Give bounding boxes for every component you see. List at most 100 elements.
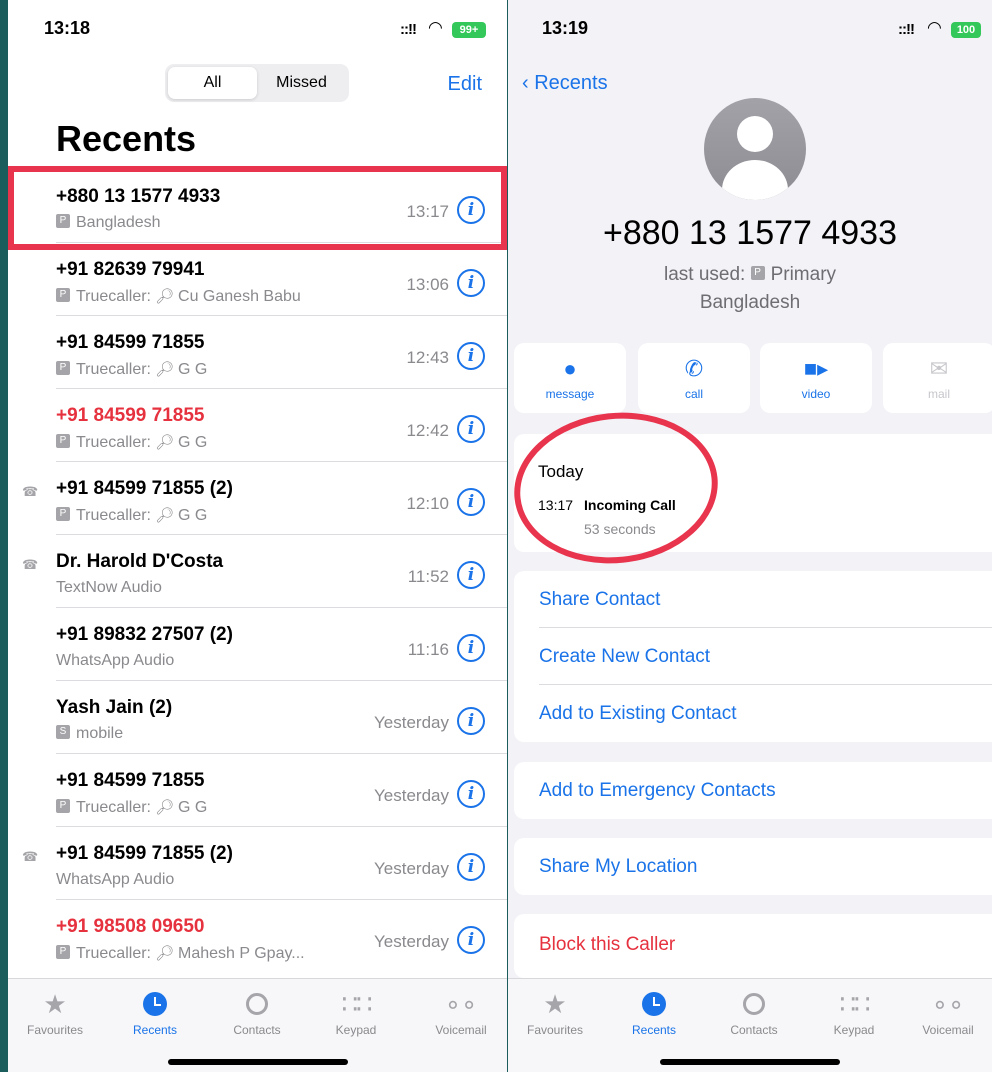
video-camera-icon: ■▸ xyxy=(803,356,829,381)
info-icon[interactable]: i xyxy=(457,853,485,881)
status-time: 13:19 xyxy=(542,18,589,38)
block-caller-button[interactable]: Block this Caller xyxy=(539,934,675,956)
tab-keypad[interactable]: ∷∷ Keypad xyxy=(311,989,401,1037)
caller-name: Yash Jain (2) xyxy=(56,697,173,718)
avatar-body xyxy=(722,160,788,200)
tab-voicemail[interactable]: ∘∘ Voicemail xyxy=(416,989,506,1037)
caller-id-name: G G xyxy=(178,507,208,524)
battery-icon: 99+ xyxy=(452,22,486,38)
caller-id-name: Cu Ganesh Babu xyxy=(178,288,301,305)
call-source: Truecaller: xyxy=(76,799,151,816)
call-row[interactable]: +91 89832 27507 (2) WhatsApp Audio 11:16… xyxy=(8,608,507,681)
call-source: Truecaller: xyxy=(76,507,151,524)
info-icon[interactable]: i xyxy=(457,707,485,735)
call-time: Yesterday xyxy=(374,713,449,732)
call-button[interactable]: ✆ call xyxy=(638,343,750,413)
home-indicator[interactable] xyxy=(167,1059,348,1065)
video-button[interactable]: ■▸ video xyxy=(760,343,872,413)
phone-icon: ✆ xyxy=(684,356,704,381)
call-row[interactable]: +91 98508 09650 P Truecaller: 🔎︎ Mahesh P G… xyxy=(8,900,507,973)
page-title: Recents xyxy=(56,118,197,159)
star-icon: ★ xyxy=(43,989,67,1019)
call-row[interactable]: Yash Jain (2) Smobile Yesterday i xyxy=(8,681,507,754)
call-subtitle: P Truecaller: 🔎︎ G G xyxy=(56,360,207,379)
home-indicator[interactable] xyxy=(660,1059,840,1065)
voicemail-icon: ∘∘ xyxy=(931,989,965,1019)
tab-label: Recents xyxy=(132,1023,178,1037)
info-icon[interactable]: i xyxy=(457,269,485,297)
info-icon[interactable]: i xyxy=(457,488,485,516)
divider xyxy=(539,684,992,685)
info-icon[interactable]: i xyxy=(457,561,485,589)
caller-name: +91 82639 79941 xyxy=(56,259,205,280)
tab-voicemail[interactable]: ∘∘ Voicemail xyxy=(903,989,992,1037)
tab-favourites[interactable]: ★ Favourites xyxy=(510,989,600,1037)
tab-keypad[interactable]: ∷∷ Keypad xyxy=(809,989,899,1037)
share-contact-button[interactable]: Share Contact xyxy=(539,589,660,611)
call-time: 11:52 xyxy=(407,567,449,586)
info-icon[interactable]: i xyxy=(457,415,485,443)
tab-contacts[interactable]: Contacts xyxy=(212,989,302,1037)
info-icon[interactable]: i xyxy=(457,634,485,662)
recents-screen: 13:18 ::!! ◠ 99+ All Missed Edit Recents… xyxy=(8,0,507,1072)
magnifier-icon: 🔎︎ xyxy=(154,799,175,816)
tab-recents[interactable]: Recents xyxy=(609,989,699,1037)
create-new-contact-button[interactable]: Create New Contact xyxy=(539,646,710,668)
add-to-existing-contact-button[interactable]: Add to Existing Contact xyxy=(539,703,737,725)
tab-recents[interactable]: Recents xyxy=(110,989,200,1037)
tab-bar: ★ Favourites Recents Contacts ∷∷ Keypad … xyxy=(8,978,507,1072)
message-button[interactable]: ● message xyxy=(514,343,626,413)
call-row[interactable]: +91 82639 79941 P Truecaller: 🔎︎ Cu Ganesh … xyxy=(8,243,507,316)
call-row[interactable]: ☎ +91 84599 71855 (2) WhatsApp Audio Yes… xyxy=(8,827,507,900)
call-row[interactable]: ☎ Dr. Harold D'Costa TextNow Audio 11:52… xyxy=(8,535,507,608)
call-filter-segmented-control: All Missed xyxy=(165,64,349,102)
call-source: Truecaller: xyxy=(76,288,151,305)
add-emergency-contacts-button[interactable]: Add to Emergency Contacts xyxy=(539,780,776,802)
call-time: Yesterday xyxy=(374,859,449,878)
segment-all[interactable]: All xyxy=(168,67,257,99)
info-icon[interactable]: i xyxy=(457,926,485,954)
keypad-icon: ∷∷ xyxy=(839,989,870,1019)
call-row[interactable]: +91 84599 71855 P Truecaller: 🔎︎ G G 12:43 … xyxy=(8,316,507,389)
battery-icon: 100 xyxy=(951,22,981,38)
speech-bubble-icon: ● xyxy=(563,356,577,381)
wifi-icon: ◠ xyxy=(927,18,942,37)
contact-actions-card: Share Contact Create New Contact Add to … xyxy=(514,571,992,742)
tab-favourites[interactable]: ★ Favourites xyxy=(10,989,100,1037)
history-time: 13:17 xyxy=(538,497,574,513)
call-row[interactable]: ☎ +91 84599 71855 (2) P Truecaller: 🔎︎ G G … xyxy=(8,462,507,535)
call-subtitle: TextNow Audio xyxy=(56,579,162,596)
info-icon[interactable]: i xyxy=(457,780,485,808)
info-icon[interactable]: i xyxy=(457,196,485,224)
contact-number: +880 13 1577 4933 xyxy=(602,214,897,252)
status-bar: 13:19 ::!! ◠ 100 xyxy=(508,18,992,44)
incoming-call-icon: ☎ xyxy=(22,557,39,572)
star-icon: ★ xyxy=(543,989,567,1019)
call-time: Yesterday xyxy=(374,786,449,805)
segment-missed[interactable]: Missed xyxy=(257,67,346,99)
call-detail-screen: 13:19 ::!! ◠ 100 ‹ Recents +880 13 1577 … xyxy=(508,0,992,1072)
mail-button[interactable]: ✉ mail xyxy=(883,343,992,413)
info-icon[interactable]: i xyxy=(457,342,485,370)
call-row[interactable]: +880 13 1577 4933 P Bangladesh 13:17 i xyxy=(8,170,507,243)
label-badge: P xyxy=(56,944,70,959)
last-used-line: last used: P Primary xyxy=(508,264,992,286)
incoming-call-icon: ☎ xyxy=(22,849,39,864)
history-type: Incoming Call xyxy=(584,497,676,513)
tab-contacts[interactable]: Contacts xyxy=(709,989,799,1037)
tab-label: Keypad xyxy=(335,1023,377,1037)
call-subtitle: P Truecaller: 🔎︎ Mahesh P Gpay... xyxy=(56,944,305,963)
caller-id-name: G G xyxy=(178,361,208,378)
call-row[interactable]: +91 84599 71855 P Truecaller: 🔎︎ G G 12:42 … xyxy=(8,389,507,462)
back-button[interactable]: ‹ Recents xyxy=(522,72,608,95)
tab-bar: ★ Favourites Recents Contacts ∷∷ Keypad … xyxy=(508,978,992,1072)
call-time: 13:17 xyxy=(406,202,449,221)
call-row[interactable]: +91 84599 71855 P Truecaller: 🔎︎ G G Yester… xyxy=(8,754,507,827)
label-badge: P xyxy=(56,798,70,813)
share-my-location-button[interactable]: Share My Location xyxy=(539,856,697,878)
caller-id-name: Mahesh P Gpay... xyxy=(178,945,305,962)
magnifier-icon: 🔎︎ xyxy=(154,361,175,378)
caller-name: +91 84599 71855 xyxy=(56,332,205,353)
edit-button[interactable]: Edit xyxy=(448,73,482,96)
call-time: 12:42 xyxy=(406,421,449,440)
